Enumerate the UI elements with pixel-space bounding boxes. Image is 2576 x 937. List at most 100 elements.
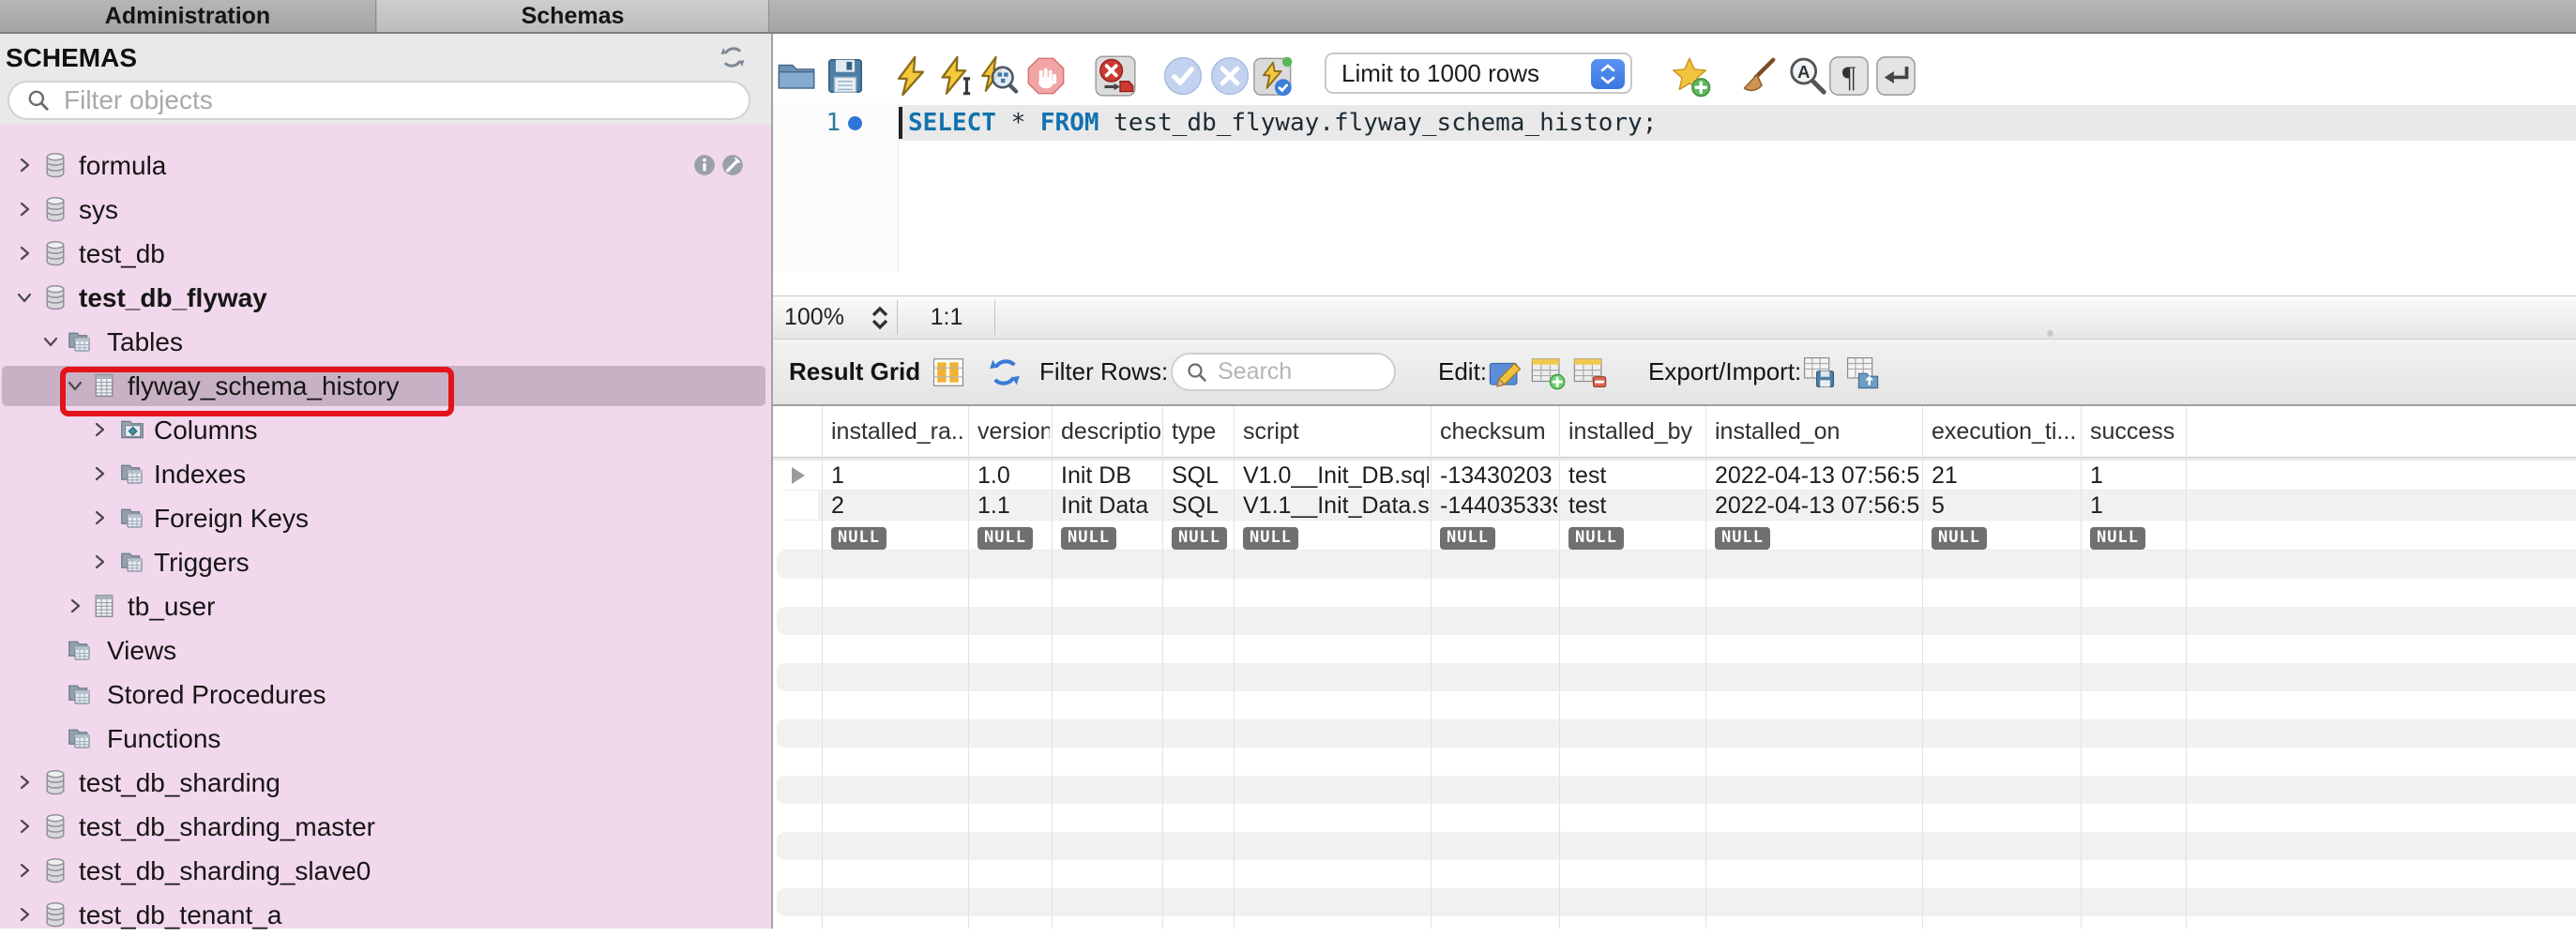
info-icon[interactable]: [692, 153, 717, 177]
column-separator[interactable]: [2081, 406, 2082, 929]
empty-row[interactable]: [777, 916, 2576, 929]
tree-item-test-db[interactable]: test_db: [0, 232, 771, 276]
cell[interactable]: V1.1__Init_Data.sql: [1243, 491, 1429, 520]
column-header-description[interactable]: description: [1061, 406, 1160, 457]
chevron-right-icon[interactable]: [15, 156, 34, 174]
tab-administration[interactable]: Administration: [0, 0, 376, 32]
cell[interactable]: test: [1568, 491, 1704, 520]
tree-item-tables[interactable]: Tables: [0, 320, 771, 364]
tree-item-functions[interactable]: Functions: [0, 717, 771, 761]
column-header-version[interactable]: version: [977, 406, 1050, 457]
empty-row[interactable]: [777, 551, 2576, 579]
cell[interactable]: SQL: [1172, 461, 1232, 490]
empty-row[interactable]: [777, 888, 2576, 916]
resize-grip-dot[interactable]: [2047, 330, 2053, 337]
cell[interactable]: SQL: [1172, 491, 1232, 520]
rollback-icon[interactable]: [1208, 54, 1251, 98]
column-header-execution-ti-[interactable]: execution_ti...: [1932, 406, 2079, 457]
tree-item-views[interactable]: Views: [0, 628, 771, 673]
cell[interactable]: NULL: [831, 521, 966, 550]
limit-rows-dropdown[interactable]: Limit to 1000 rows: [1325, 53, 1632, 94]
column-layout-icon[interactable]: [931, 355, 966, 390]
filter-objects-input[interactable]: [64, 85, 720, 115]
column-separator[interactable]: [1922, 406, 1923, 929]
empty-row[interactable]: [777, 804, 2576, 832]
empty-row[interactable]: [777, 663, 2576, 691]
chevron-down-icon[interactable]: [66, 376, 84, 395]
stop-icon[interactable]: [1024, 54, 1068, 98]
cell[interactable]: 2: [831, 491, 966, 520]
wrench-icon[interactable]: [720, 153, 745, 177]
column-header-checksum[interactable]: checksum: [1440, 406, 1557, 457]
chevron-right-icon[interactable]: [15, 817, 34, 836]
tree-item-test-db-sharding-master[interactable]: test_db_sharding_master: [0, 805, 771, 849]
tree-item-test-db-tenant-a[interactable]: test_db_tenant_a: [0, 893, 771, 937]
column-header-success[interactable]: success: [2090, 406, 2184, 457]
result-search-box[interactable]: [1171, 353, 1396, 391]
row-selector[interactable]: [773, 461, 818, 490]
stop-on-error-icon[interactable]: [1094, 54, 1137, 98]
empty-row[interactable]: [777, 635, 2576, 663]
cell[interactable]: 2022-04-13 07:56:56: [1715, 461, 1920, 490]
chevron-right-icon[interactable]: [90, 508, 109, 527]
column-header-installed-by[interactable]: installed_by: [1568, 406, 1704, 457]
refresh-schemas-icon[interactable]: [719, 43, 747, 71]
invisibles-icon[interactable]: ¶: [1827, 54, 1871, 98]
empty-row[interactable]: [777, 860, 2576, 888]
column-header-type[interactable]: type: [1172, 406, 1232, 457]
cell[interactable]: 21: [1932, 461, 2079, 490]
chevron-right-icon[interactable]: [15, 244, 34, 263]
chevron-right-icon[interactable]: [15, 773, 34, 792]
cell[interactable]: NULL: [977, 521, 1050, 550]
find-icon[interactable]: A: [1786, 54, 1829, 98]
cell[interactable]: 1: [2090, 491, 2184, 520]
column-separator[interactable]: [822, 406, 823, 929]
column-separator[interactable]: [1559, 406, 1560, 929]
cell[interactable]: NULL: [1172, 521, 1232, 550]
chevron-right-icon[interactable]: [90, 420, 109, 439]
cell[interactable]: NULL: [1715, 521, 1920, 550]
row-selector[interactable]: [773, 521, 818, 550]
tree-item-stored-procedures[interactable]: Stored Procedures: [0, 673, 771, 717]
cell[interactable]: NULL: [1440, 521, 1557, 550]
cell[interactable]: test: [1568, 461, 1704, 490]
open-file-icon[interactable]: [775, 54, 818, 98]
tree-item-formula[interactable]: formula: [0, 144, 771, 188]
cell[interactable]: NULL: [1061, 521, 1160, 550]
column-separator[interactable]: [1234, 406, 1235, 929]
tab-schemas[interactable]: Schemas: [377, 0, 769, 32]
column-separator[interactable]: [2186, 406, 2187, 929]
column-separator[interactable]: [1052, 406, 1053, 929]
cell[interactable]: 2022-04-13 07:56:56: [1715, 491, 1920, 520]
column-header-installed-on[interactable]: installed_on: [1715, 406, 1920, 457]
chevron-right-icon[interactable]: [15, 905, 34, 924]
beautify-icon[interactable]: [1735, 54, 1779, 98]
tree-item-sys[interactable]: sys: [0, 188, 771, 232]
row-selector[interactable]: [773, 491, 818, 520]
tree-item-test-db-sharding-slave0[interactable]: test_db_sharding_slave0: [0, 849, 771, 893]
cell[interactable]: Init DB: [1061, 461, 1160, 490]
stepper-icon[interactable]: [1591, 59, 1625, 89]
add-snippet-icon[interactable]: [1668, 54, 1711, 98]
chevron-right-icon[interactable]: [66, 597, 84, 615]
tree-item-foreign-keys[interactable]: Foreign Keys: [0, 496, 771, 540]
tree-item-columns[interactable]: Columns: [0, 408, 771, 452]
tree-item-test-db-flyway[interactable]: test_db_flyway: [0, 276, 771, 320]
cell[interactable]: 5: [1932, 491, 2079, 520]
execute-icon[interactable]: [889, 54, 932, 98]
cell[interactable]: NULL: [2090, 521, 2184, 550]
column-header-script[interactable]: script: [1243, 406, 1429, 457]
chevron-down-icon[interactable]: [15, 288, 34, 307]
zoom-stepper-icon[interactable]: [869, 305, 891, 331]
cell[interactable]: 1.0: [977, 461, 1050, 490]
empty-row[interactable]: [777, 832, 2576, 860]
cell[interactable]: -1440353392: [1440, 491, 1557, 520]
tree-item-indexes[interactable]: Indexes: [0, 452, 771, 496]
chevron-right-icon[interactable]: [90, 552, 109, 571]
empty-row[interactable]: [777, 607, 2576, 635]
tree-item-triggers[interactable]: Triggers: [0, 540, 771, 584]
chevron-right-icon[interactable]: [15, 200, 34, 219]
wrap-icon[interactable]: [1874, 54, 1917, 98]
sql-code-editor[interactable]: 1 SELECT * FROM test_db_flyway.flyway_sc…: [773, 103, 2576, 272]
null-placeholder-row[interactable]: NULLNULLNULLNULLNULLNULLNULLNULLNULLNULL: [777, 521, 2576, 551]
